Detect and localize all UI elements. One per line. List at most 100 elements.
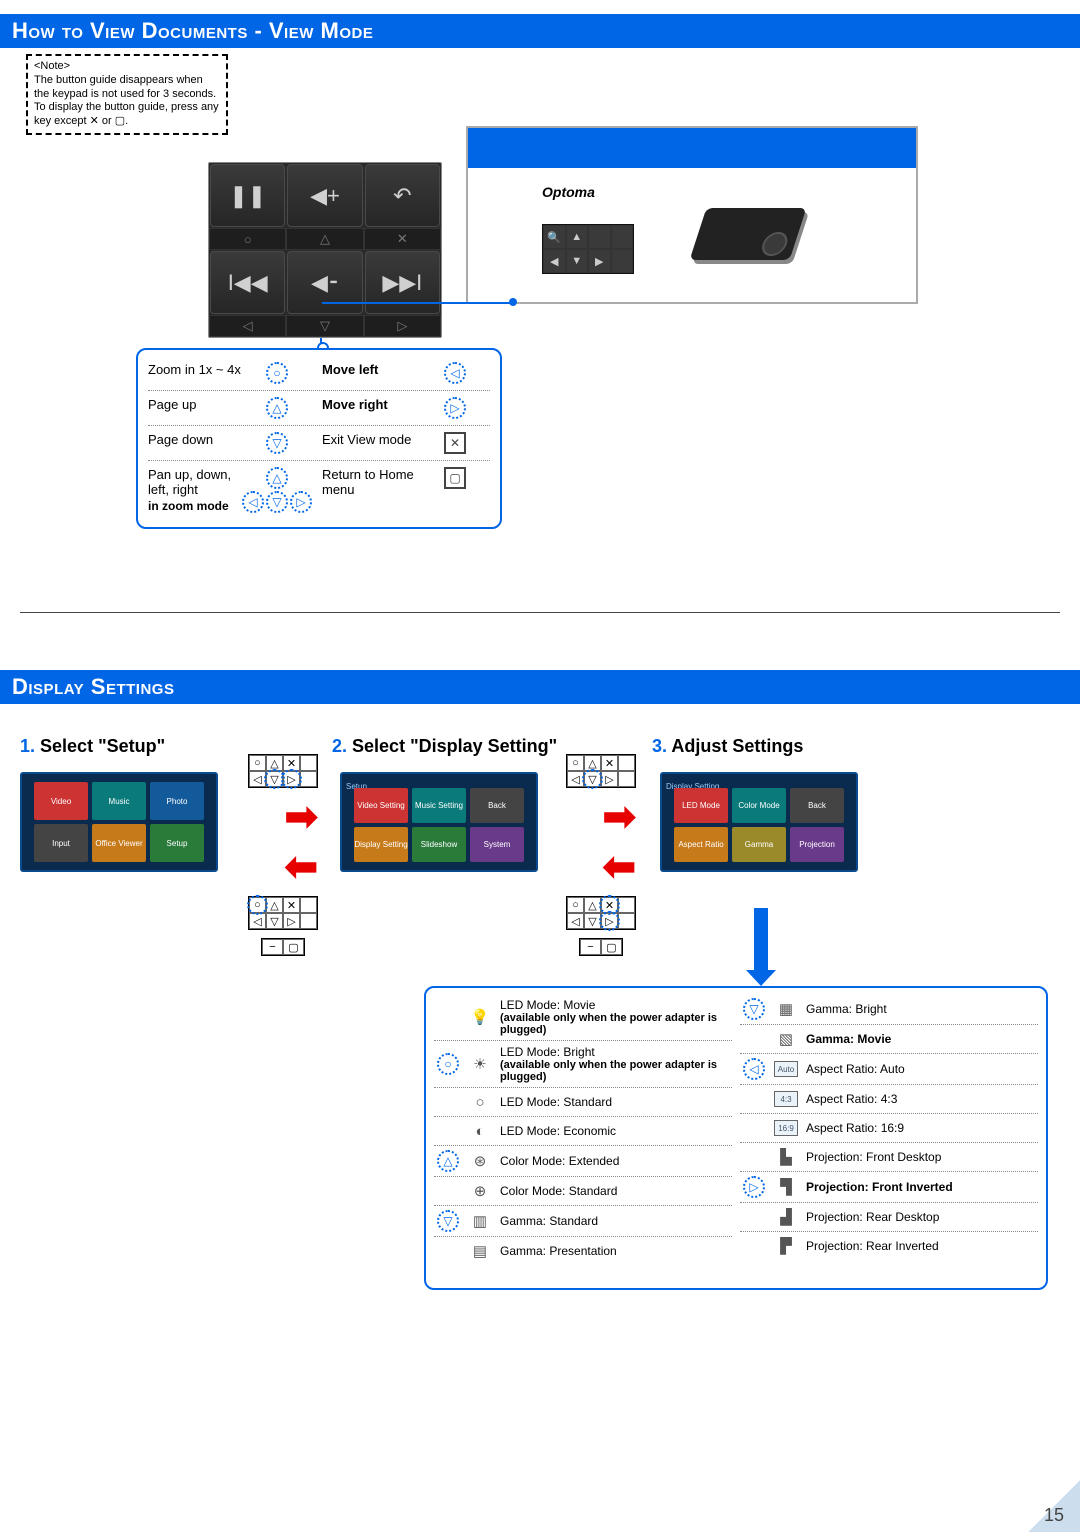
keypad-step2-bot: ○△✕◁▽▷ <box>566 896 636 930</box>
tile-displayset: Display Setting <box>354 827 408 862</box>
red-arrow-right2: ➡ <box>602 794 636 840</box>
media-control-panel: ❚❚ ◀+ ↶ ○ △ ✕ I◀◀ ◀⁃ ▶▶I ◁ ▽ ▷ <box>208 162 442 338</box>
gamma-bright: Gamma: Bright <box>806 1002 1036 1016</box>
gamma-std-icon: ▥ <box>468 1211 492 1231</box>
up-key-icon-2: △ <box>266 467 288 489</box>
tile-projection: Projection <box>790 827 844 862</box>
section-header-display: Display Settings <box>0 670 1080 704</box>
note-title: <Note> <box>34 60 70 72</box>
legend-pageup-label: Page up <box>148 397 244 412</box>
menu-adjust-screenshot: Display Setting LED Mode Color Mode Back… <box>660 772 858 872</box>
proj-ri-icon: ▛ <box>774 1236 798 1256</box>
gamma-movie-icon: ▧ <box>774 1029 798 1049</box>
keypad-step1-bot: ○△✕◁▽▷ <box>248 896 318 930</box>
aspect-auto-icon: Auto <box>774 1061 798 1077</box>
sub-down-icon: ▽ <box>286 315 363 337</box>
left-key-icon: ◁ <box>444 362 466 384</box>
proj-fi-icon: ▜ <box>774 1177 798 1197</box>
note-box: <Note> The button guide disappears when … <box>26 54 228 135</box>
led-bright-sub: (available only when the power adapter i… <box>500 1059 730 1083</box>
mini-keypad-illustration: 🔍▲ ◀▼▶ <box>542 224 634 274</box>
page-number: 15 <box>1044 1505 1064 1526</box>
projector-illustration: Optoma 🔍▲ ◀▼▶ <box>466 126 918 304</box>
note-line1: The button guide disappears when the key… <box>34 74 216 100</box>
bulb-std-icon: ○ <box>468 1092 492 1112</box>
legend-moveright-label: Move right <box>322 397 388 412</box>
volume-down-icon: ◀⁃ <box>287 251 362 314</box>
color-std: Color Mode: Standard <box>500 1184 730 1198</box>
sub-left-icon: ◁ <box>209 315 286 337</box>
bulb-eco-icon: ◐ <box>468 1121 492 1141</box>
legend-zoom-label: Zoom in 1x ~ 4x <box>148 362 244 377</box>
sub-triangle-icon: △ <box>286 228 363 250</box>
tile-setup: Setup <box>150 824 204 862</box>
down-key-icon-2: ▽ <box>266 491 288 513</box>
tile-musicset: Music Setting <box>412 788 466 823</box>
projector-device-icon <box>690 208 807 260</box>
legend-zoom-note: in zoom mode <box>148 499 244 513</box>
legend-home-label: Return to Home menu <box>310 467 430 497</box>
led-bright: LED Mode: Bright <box>500 1045 595 1059</box>
proj-ri: Projection: Rear Inverted <box>806 1239 1036 1253</box>
legend-exit-label: Exit View mode <box>310 432 430 447</box>
note-line2: To display the button guide, press any k… <box>34 101 219 127</box>
prev-icon: I◀◀ <box>210 251 285 314</box>
proj-fd-icon: ▙ <box>774 1147 798 1167</box>
menu-displaysetting-screenshot: Setup Video Setting Music Setting Back D… <box>340 772 538 872</box>
brand-logo: Optoma <box>542 184 595 200</box>
keypad-step1-zoom: −▢ <box>261 938 305 956</box>
led-movie: LED Mode: Movie <box>500 998 595 1012</box>
led-movie-sub: (available only when the power adapter i… <box>500 1012 730 1036</box>
circle-key-icon: ○ <box>266 362 288 384</box>
gamma-movie: Gamma: Movie <box>806 1032 891 1046</box>
legend-pan-label: Pan up, down, left, right <box>148 467 231 497</box>
bulb-movie-icon: 💡 <box>468 1007 492 1027</box>
color-ext-icon: ⊛ <box>468 1151 492 1171</box>
step3-heading: 3. Adjust Settings <box>652 736 803 757</box>
keypad-step2-zoom: −▢ <box>579 938 623 956</box>
bulb-bright-icon: ☀ <box>468 1054 492 1074</box>
tile-slideshow: Slideshow <box>412 827 466 862</box>
gamma-bright-icon: ▦ <box>774 999 798 1019</box>
right-key-small: ▷ <box>743 1176 765 1198</box>
connector-dot <box>509 298 517 306</box>
right-key-icon: ▷ <box>444 397 466 419</box>
divider-line <box>20 612 1060 613</box>
up-key-icon: △ <box>266 397 288 419</box>
down-key-icon: ▽ <box>266 432 288 454</box>
x-key-icon: ✕ <box>444 432 466 454</box>
keypad-step1-top: ○△✕◁▽▷ <box>248 754 318 788</box>
legend-moveleft-label: Move left <box>322 362 378 377</box>
proj-fd: Projection: Front Desktop <box>806 1150 1036 1164</box>
aspect-169: Aspect Ratio: 16:9 <box>806 1121 1036 1135</box>
keypad-step2-top: ○△✕◁▽▷ <box>566 754 636 788</box>
color-std-icon: ⊕ <box>468 1181 492 1201</box>
tile-ledmode: LED Mode <box>674 788 728 823</box>
aspect-43: Aspect Ratio: 4:3 <box>806 1092 1036 1106</box>
legend-pagedown-label: Page down <box>148 432 244 447</box>
gamma-std: Gamma: Standard <box>500 1214 730 1228</box>
section-header-viewmode: How to View Documents - View Mode <box>0 14 1080 48</box>
right-key-icon-2: ▷ <box>290 491 312 513</box>
up-key-small: △ <box>437 1150 459 1172</box>
down-key-small: ▽ <box>437 1210 459 1232</box>
gamma-pres: Gamma: Presentation <box>500 1244 730 1258</box>
tile-video: Video <box>34 782 88 820</box>
left-key-icon-2: ◁ <box>242 491 264 513</box>
tile-videoset: Video Setting <box>354 788 408 823</box>
sub-right-icon: ▷ <box>364 315 441 337</box>
blue-arrow-down <box>754 908 768 972</box>
tile-photo: Photo <box>150 782 204 820</box>
proj-fi: Projection: Front Inverted <box>806 1180 953 1194</box>
red-arrow-left2: ⬅ <box>602 844 636 890</box>
next-icon: ▶▶I <box>365 251 440 314</box>
down-key-small2: ▽ <box>743 998 765 1020</box>
tile-officeviewer: Office Viewer <box>92 824 146 862</box>
red-arrow-left: ⬅ <box>284 844 318 890</box>
tile-colormode: Color Mode <box>732 788 786 823</box>
led-eco: LED Mode: Economic <box>500 1124 730 1138</box>
tile-back3: Back <box>790 788 844 823</box>
settings-values-legend: 💡 LED Mode: Movie(available only when th… <box>424 986 1048 1290</box>
connector-line <box>322 302 512 304</box>
tile-music: Music <box>92 782 146 820</box>
